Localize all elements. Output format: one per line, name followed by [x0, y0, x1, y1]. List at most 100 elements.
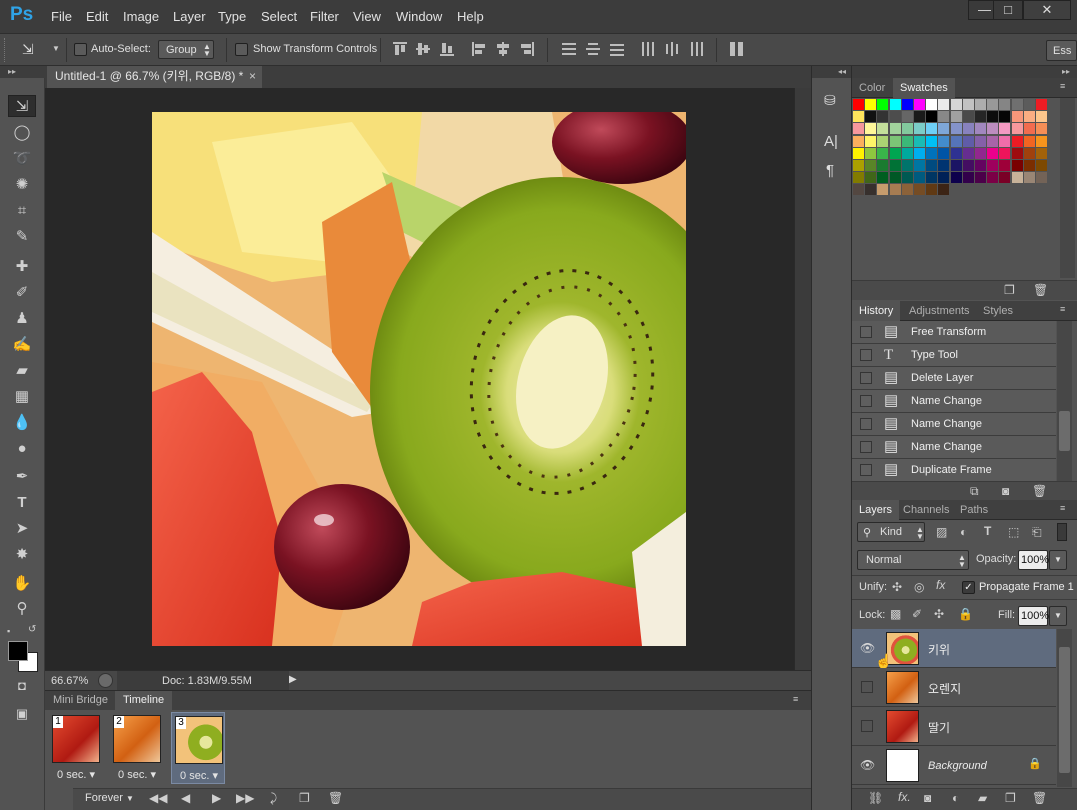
eraser-tool-icon[interactable]: ▰ [8, 360, 36, 382]
layers-scrollbar[interactable] [1057, 629, 1072, 787]
tab-swatches[interactable]: Swatches [893, 78, 955, 98]
maximize-button[interactable]: □ [993, 0, 1023, 20]
history-item[interactable]: ▤ Name Change [852, 436, 1056, 459]
next-frame-icon[interactable]: ▶▶ [236, 791, 254, 805]
adjustment-layer-icon[interactable]: ◐ [952, 791, 959, 805]
layer-name[interactable]: 오렌지 [928, 680, 961, 697]
color-swatch[interactable] [865, 184, 877, 196]
color-swatch[interactable] [1036, 99, 1047, 110]
close-tab-icon[interactable]: × [249, 66, 256, 87]
new-layer-icon[interactable]: ❐ [1005, 791, 1016, 805]
color-swatch[interactable] [938, 172, 950, 184]
history-snapshot-checkbox[interactable] [860, 395, 872, 407]
new-document-from-state-icon[interactable]: ⧉ [970, 484, 979, 499]
color-swatch[interactable] [962, 160, 974, 171]
color-swatch[interactable] [853, 111, 864, 123]
color-swatch[interactable] [1011, 99, 1023, 110]
status-menu-arrow-icon[interactable]: ▶ [289, 674, 297, 685]
color-swatch[interactable] [926, 123, 938, 135]
frame-delay[interactable]: 0 sec. ▾ [49, 768, 103, 781]
path-selection-tool-icon[interactable]: ➤ [8, 518, 36, 540]
color-swatch[interactable] [926, 184, 938, 196]
tool-preset-chevron-icon[interactable]: ▼ [52, 44, 60, 53]
color-swatch[interactable] [865, 111, 877, 123]
color-swatch[interactable] [987, 111, 999, 123]
color-swatch[interactable] [901, 111, 913, 123]
color-swatch[interactable] [901, 172, 913, 184]
panels-expand-icon[interactable]: ▸▸ [852, 66, 1077, 78]
delete-layer-icon[interactable]: 🗑 [1032, 791, 1047, 805]
color-swatch[interactable] [999, 147, 1011, 159]
canvas-area[interactable] [45, 88, 794, 670]
menu-filter[interactable]: Filter [310, 9, 339, 24]
color-swatch[interactable] [938, 99, 950, 110]
healing-brush-tool-icon[interactable]: ✚ [8, 256, 36, 278]
lock-all-icon[interactable]: 🔒 [958, 607, 973, 621]
color-swatch[interactable] [901, 123, 913, 135]
swatches-grid[interactable] [852, 98, 1062, 278]
play-icon[interactable]: ▶ [212, 791, 221, 805]
color-swatch[interactable] [914, 99, 925, 110]
tab-timeline[interactable]: Timeline [115, 691, 173, 710]
menu-view[interactable]: View [353, 9, 381, 24]
hand-tool-icon[interactable]: ✋ [8, 573, 36, 595]
lasso-tool-icon[interactable]: ➰ [8, 148, 36, 170]
auto-select-dropdown[interactable]: Group ▲ ▼ [158, 40, 214, 59]
color-swatch[interactable] [999, 99, 1011, 110]
color-swatch[interactable] [889, 99, 901, 110]
color-swatch[interactable] [865, 147, 877, 159]
layer-row[interactable]: 👁 Background 🔒 [852, 746, 1056, 785]
distribute-vcenter-icon[interactable] [586, 42, 600, 56]
eye-icon[interactable]: 👁 [860, 641, 875, 655]
color-swatch[interactable] [950, 172, 962, 184]
color-swatch[interactable] [987, 123, 999, 135]
info-panel-icon[interactable]: ⛁ [824, 92, 836, 109]
first-frame-icon[interactable]: ◀◀ [149, 791, 167, 805]
color-swatch[interactable] [914, 123, 925, 135]
color-swatch[interactable] [914, 135, 925, 147]
align-top-icon[interactable] [393, 42, 407, 56]
color-swatch[interactable] [987, 99, 999, 110]
color-swatch[interactable] [1036, 172, 1047, 184]
color-swatch[interactable] [914, 172, 925, 184]
color-swatch[interactable] [853, 135, 864, 147]
layer-row[interactable]: 딸기 [852, 707, 1056, 746]
color-swatch[interactable] [889, 135, 901, 147]
distribute-hcenter-icon[interactable] [665, 42, 679, 56]
dodge-tool-icon[interactable]: ● [8, 438, 36, 460]
color-swatch[interactable] [865, 99, 877, 110]
transform-controls-checkbox[interactable] [235, 43, 248, 56]
color-swatch[interactable] [901, 147, 913, 159]
color-swatch[interactable] [1036, 111, 1047, 123]
clone-stamp-tool-icon[interactable]: ♟ [8, 308, 36, 330]
color-swatch[interactable] [938, 111, 950, 123]
color-swatch[interactable] [865, 135, 877, 147]
crop-tool-icon[interactable]: ⌗ [8, 200, 36, 222]
color-swatch[interactable] [975, 123, 986, 135]
filter-kind-dropdown[interactable]: ⚲ Kind ▲ ▼ [857, 522, 925, 542]
color-swatch[interactable] [901, 184, 913, 196]
align-hcenter-icon[interactable] [496, 42, 510, 56]
color-swatch[interactable] [938, 160, 950, 171]
distribute-left-icon[interactable] [641, 42, 655, 56]
magic-wand-tool-icon[interactable]: ✺ [8, 174, 36, 196]
color-swatch[interactable] [975, 111, 986, 123]
color-swatch[interactable] [865, 160, 877, 171]
history-snapshot-checkbox[interactable] [860, 464, 872, 476]
menu-select[interactable]: Select [261, 9, 297, 24]
foreground-color-swatch[interactable] [8, 641, 28, 661]
color-swatch[interactable] [999, 123, 1011, 135]
color-swatch[interactable] [950, 123, 962, 135]
filter-toggle[interactable] [1057, 523, 1067, 541]
color-swatch[interactable] [962, 147, 974, 159]
character-panel-icon[interactable]: A| [824, 133, 838, 150]
color-swatch[interactable] [926, 135, 938, 147]
kiwi-fruit-image[interactable] [152, 112, 686, 646]
history-brush-tool-icon[interactable]: ✍ [8, 334, 36, 356]
color-swatch[interactable] [901, 135, 913, 147]
color-swatch[interactable] [950, 111, 962, 123]
tab-mini-bridge[interactable]: Mini Bridge [45, 691, 116, 710]
color-swatch[interactable] [938, 147, 950, 159]
zoom-level[interactable]: 66.67% [51, 675, 88, 687]
align-right-icon[interactable] [520, 42, 534, 56]
